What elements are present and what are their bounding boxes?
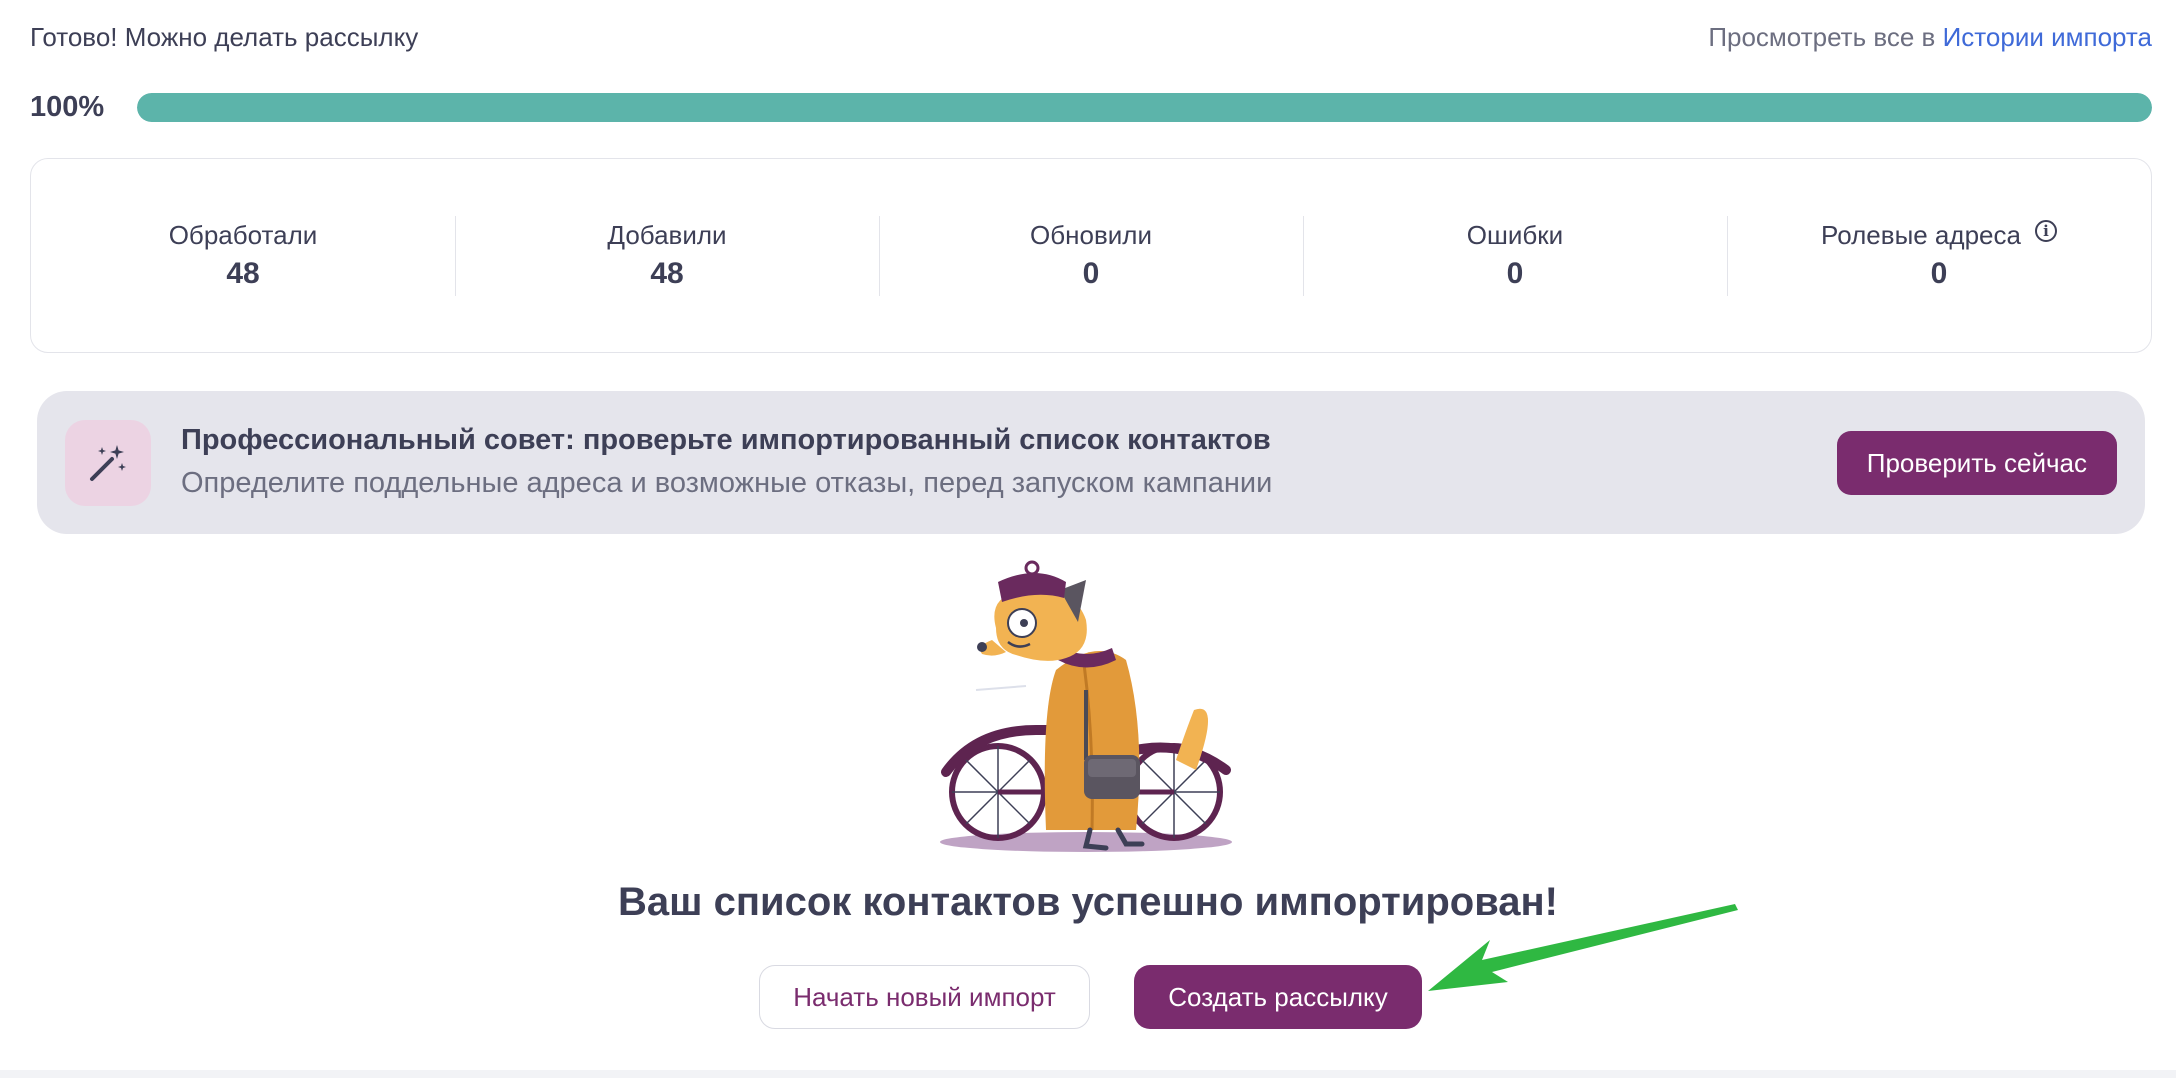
tip-title: Профессиональный совет: проверьте импорт…: [181, 424, 1271, 456]
import-stats-card: Обработали 48 Добавили 48 Обновили 0 Оши…: [30, 158, 2152, 353]
stat-role-addresses: Ролевые адреса i 0: [1727, 215, 2151, 296]
create-campaign-button[interactable]: Создать рассылку: [1134, 965, 1422, 1029]
progress-bar-fill: [137, 93, 2152, 122]
progress-percent: 100%: [30, 91, 105, 123]
import-history-link[interactable]: Истории импорта: [1943, 22, 2152, 52]
stat-label: Обновили: [1030, 220, 1152, 250]
stat-label: Добавили: [607, 220, 727, 250]
tip-description: Определите поддельные адреса и возможные…: [181, 467, 1273, 499]
import-status-text: Готово! Можно делать рассылку: [30, 22, 419, 52]
stat-label-row: Ролевые адреса i: [1821, 219, 2057, 251]
green-arrow-annotation: [1428, 904, 1738, 991]
stat-value: 0: [1082, 257, 1100, 290]
stat-errors: Ошибки 0: [1303, 215, 1727, 296]
progress-bar: [137, 93, 2152, 122]
stat-value: 48: [226, 257, 260, 290]
info-icon[interactable]: i: [2034, 219, 2057, 242]
stat-processed: Обработали 48: [31, 216, 455, 296]
stat-label: Ролевые адреса: [1821, 220, 2021, 250]
check-now-button[interactable]: Проверить сейчас: [1836, 431, 2117, 495]
stat-label: Ошибки: [1466, 220, 1564, 250]
stat-value: 0: [1930, 257, 1948, 290]
stat-value: 48: [650, 257, 684, 290]
pro-tip-banner: Профессиональный совет: проверьте импорт…: [37, 391, 2145, 534]
bottom-divider: [0, 1070, 2176, 1078]
stat-added: Добавили 48: [455, 215, 879, 296]
history-hint: Просмотреть все в Истории импорта: [1708, 22, 2152, 53]
magic-wand-icon: [65, 420, 151, 506]
stat-label: Обработали: [168, 220, 318, 250]
dog-courier-illustration: [940, 560, 1232, 852]
success-title: Ваш список контактов успешно импортирова…: [618, 880, 1558, 924]
history-prefix: Просмотреть все в: [1708, 22, 1943, 52]
stat-value: 0: [1506, 257, 1524, 290]
new-import-button[interactable]: Начать новый импорт: [759, 965, 1090, 1029]
stat-updated: Обновили 0: [879, 215, 1303, 296]
